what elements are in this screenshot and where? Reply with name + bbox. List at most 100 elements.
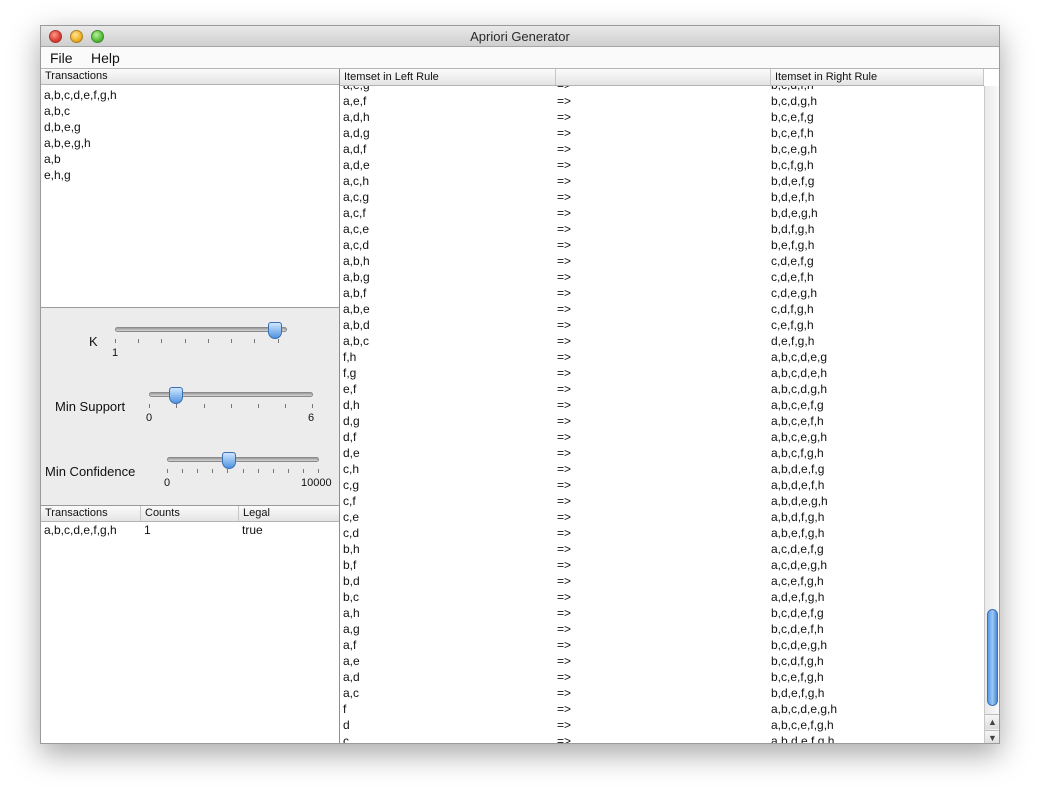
column-header-transactions[interactable]: Transactions (41, 506, 141, 521)
table-row[interactable]: b,d => a,c,e,f,g,h (340, 573, 984, 589)
cell-left-rule: a,b,c (343, 334, 370, 348)
cell-counts: 1 (144, 523, 151, 537)
column-header-arrow[interactable] (556, 69, 771, 85)
table-row[interactable]: e,f => a,b,c,d,g,h (340, 381, 984, 397)
k-slider-track[interactable] (115, 327, 287, 332)
menu-help[interactable]: Help (91, 50, 120, 66)
table-row[interactable]: f,g => a,b,c,d,e,h (340, 365, 984, 381)
table-row[interactable]: c,e => a,b,d,f,g,h (340, 509, 984, 525)
table-row[interactable]: a,e,g => b,c,d,f,h (340, 86, 984, 93)
scroll-down-arrow-icon[interactable]: ▼ (985, 730, 999, 743)
transaction-item[interactable]: a,b,c,d,e,f,g,h (44, 87, 339, 103)
table-row[interactable]: f,h => a,b,c,d,e,g (340, 349, 984, 365)
cell-arrow: => (557, 222, 572, 236)
table-row[interactable]: a,e => b,c,d,f,g,h (340, 653, 984, 669)
transaction-item[interactable]: a,b,c (44, 103, 339, 119)
table-row[interactable]: a,b,e => c,d,f,g,h (340, 301, 984, 317)
cell-left-rule: a,c (343, 686, 360, 700)
transaction-item[interactable]: d,b,e,g (44, 119, 339, 135)
table-row[interactable]: a,c,g => b,d,e,f,h (340, 189, 984, 205)
table-row[interactable]: d,f => a,b,c,e,g,h (340, 429, 984, 445)
column-header-legal[interactable]: Legal (239, 506, 339, 521)
cell-right-rule: a,b,c,e,f,g (771, 398, 824, 412)
min-support-label: Min Support (55, 399, 126, 414)
table-row[interactable]: a,d,g => b,c,e,f,h (340, 125, 984, 141)
transaction-item[interactable]: a,b,e,g,h (44, 135, 339, 151)
cell-arrow: => (557, 398, 572, 412)
scrollbar-thumb[interactable] (987, 609, 998, 706)
min-support-slider-thumb[interactable] (169, 387, 184, 404)
cell-arrow: => (557, 670, 572, 684)
transaction-item[interactable]: e,h,g (44, 167, 339, 183)
cell-arrow: => (557, 542, 572, 556)
table-row[interactable]: a,c,e => b,d,f,g,h (340, 221, 984, 237)
left-column: Transactions a,b,c,d,e,f,g,h a,b,c d,b,e… (41, 69, 340, 743)
cell-left-rule: a,b,e (343, 302, 370, 316)
table-row[interactable]: a,g => b,c,d,e,f,h (340, 621, 984, 637)
scroll-up-arrow-icon[interactable]: ▲ (985, 714, 999, 729)
table-row[interactable]: a,b,d => c,e,f,g,h (340, 317, 984, 333)
cell-right-rule: b,d,f,g,h (771, 222, 815, 236)
table-row[interactable]: d,h => a,b,c,e,f,g (340, 397, 984, 413)
table-row[interactable]: a,d,f => b,c,e,g,h (340, 141, 984, 157)
min-confidence-slider-track[interactable] (167, 457, 319, 462)
cell-right-rule: b,c,e,f,h (771, 126, 814, 140)
title-bar[interactable]: Apriori Generator (41, 26, 999, 47)
table-row[interactable]: a,h => b,c,d,e,f,g (340, 605, 984, 621)
menu-file[interactable]: File (50, 50, 73, 66)
cell-arrow: => (557, 94, 572, 108)
cell-left-rule: d,h (343, 398, 360, 412)
table-row[interactable]: c,d => a,b,e,f,g,h (340, 525, 984, 541)
k-slider-thumb[interactable] (267, 322, 282, 339)
cell-arrow: => (557, 414, 572, 428)
cell-left-rule: a,c,h (343, 174, 370, 188)
column-header-left-rule[interactable]: Itemset in Left Rule (340, 69, 556, 85)
cell-right-rule: b,e,f,g,h (771, 238, 815, 252)
table-row[interactable]: a,d,h => b,c,e,f,g (340, 109, 984, 125)
table-row[interactable]: a,b,g => c,d,e,f,h (340, 269, 984, 285)
table-row[interactable]: a,b,c => d,e,f,g,h (340, 333, 984, 349)
table-row[interactable]: c,g => a,b,d,e,f,h (340, 477, 984, 493)
table-row[interactable]: a,c,h => b,d,e,f,g (340, 173, 984, 189)
cell-left-rule: d,g (343, 414, 360, 428)
rules-rows: a,e,g=>b,c,d,f,ha,e,f=>b,c,d,g,ha,d,h=>b… (340, 86, 984, 743)
cell-right-rule: b,c,e,f,g,h (771, 670, 824, 684)
cell-left-rule: f,h (343, 350, 357, 364)
table-row[interactable]: a,c => b,d,e,f,g,h (340, 685, 984, 701)
min-confidence-slider-thumb[interactable] (221, 452, 236, 469)
table-row[interactable]: a,d,e => b,c,f,g,h (340, 157, 984, 173)
transactions-list[interactable]: a,b,c,d,e,f,g,h a,b,c d,b,e,g a,b,e,g,h … (41, 85, 339, 183)
table-row[interactable]: a,f => b,c,d,e,g,h (340, 637, 984, 653)
rules-table-body[interactable]: a,e,g=>b,c,d,f,ha,e,f=>b,c,d,g,ha,d,h=>b… (340, 86, 984, 743)
table-row[interactable]: a,b,h => c,d,e,f,g (340, 253, 984, 269)
table-row[interactable]: a,d => b,c,e,f,g,h (340, 669, 984, 685)
table-row[interactable]: d,e => a,b,c,f,g,h (340, 445, 984, 461)
table-row[interactable]: b,f => a,c,d,e,g,h (340, 557, 984, 573)
cell-right-rule: b,c,e,g,h (771, 142, 818, 156)
table-row[interactable]: d,g => a,b,c,e,f,h (340, 413, 984, 429)
table-row[interactable]: a,e,f => b,c,d,g,h (340, 93, 984, 109)
min-support-max-label: 6 (308, 412, 315, 424)
table-row[interactable]: a,b,f => c,d,e,g,h (340, 285, 984, 301)
cell-arrow: => (557, 638, 572, 652)
cell-left-rule: e,f (343, 382, 357, 396)
table-row[interactable]: b,c => a,d,e,f,g,h (340, 589, 984, 605)
table-row[interactable]: a,b,c,d,e,f,g,h 1 true (41, 522, 339, 539)
table-row[interactable]: a,c,d => b,e,f,g,h (340, 237, 984, 253)
vertical-scrollbar[interactable]: ▲ ▼ (984, 86, 999, 743)
table-row[interactable]: c => a,b,d,e,f,g,h (340, 733, 984, 743)
cell-right-rule: b,c,d,e,f,g (771, 606, 824, 620)
cell-arrow: => (557, 366, 572, 380)
table-row[interactable]: d => a,b,c,e,f,g,h (340, 717, 984, 733)
table-row[interactable]: b,h => a,c,d,e,f,g (340, 541, 984, 557)
column-header-right-rule[interactable]: Itemset in Right Rule (771, 69, 984, 85)
column-header-counts[interactable]: Counts (141, 506, 239, 521)
cell-left-rule: a,f (343, 638, 357, 652)
transactions-header[interactable]: Transactions (41, 69, 339, 85)
transaction-item[interactable]: a,b (44, 151, 339, 167)
table-row[interactable]: a,c,f => b,d,e,g,h (340, 205, 984, 221)
table-row[interactable]: c,f => a,b,d,e,g,h (340, 493, 984, 509)
cell-left-rule: a,c,f (343, 206, 366, 220)
table-row[interactable]: c,h => a,b,d,e,f,g (340, 461, 984, 477)
table-row[interactable]: f => a,b,c,d,e,g,h (340, 701, 984, 717)
